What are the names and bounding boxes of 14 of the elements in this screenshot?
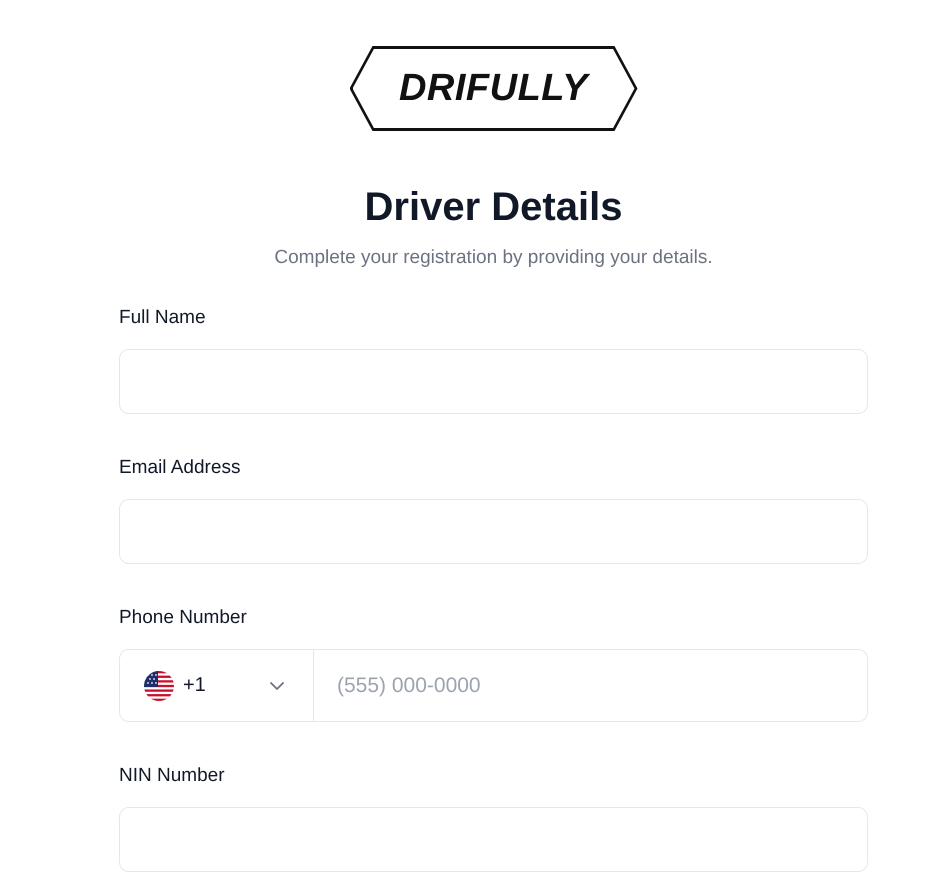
phone-number-input[interactable]: (555) 000-0000 — [314, 649, 868, 722]
field-label: Email Address — [119, 456, 240, 480]
field-label: NIN Number — [119, 764, 225, 788]
flag-icon — [144, 670, 174, 700]
field-label: Full Name — [119, 306, 206, 330]
page-subtitle: Complete your registration by providing your details. — [273, 246, 714, 270]
page-title: Driver Details — [364, 184, 624, 231]
input-field[interactable] — [119, 349, 868, 414]
input-field[interactable] — [119, 807, 868, 872]
logo: DRIFULLY — [350, 46, 638, 131]
chevron-down-icon — [270, 682, 284, 690]
field-label: Phone Number — [119, 606, 247, 630]
country-code-select[interactable]: +1 — [119, 649, 314, 722]
input-field[interactable] — [119, 499, 868, 564]
